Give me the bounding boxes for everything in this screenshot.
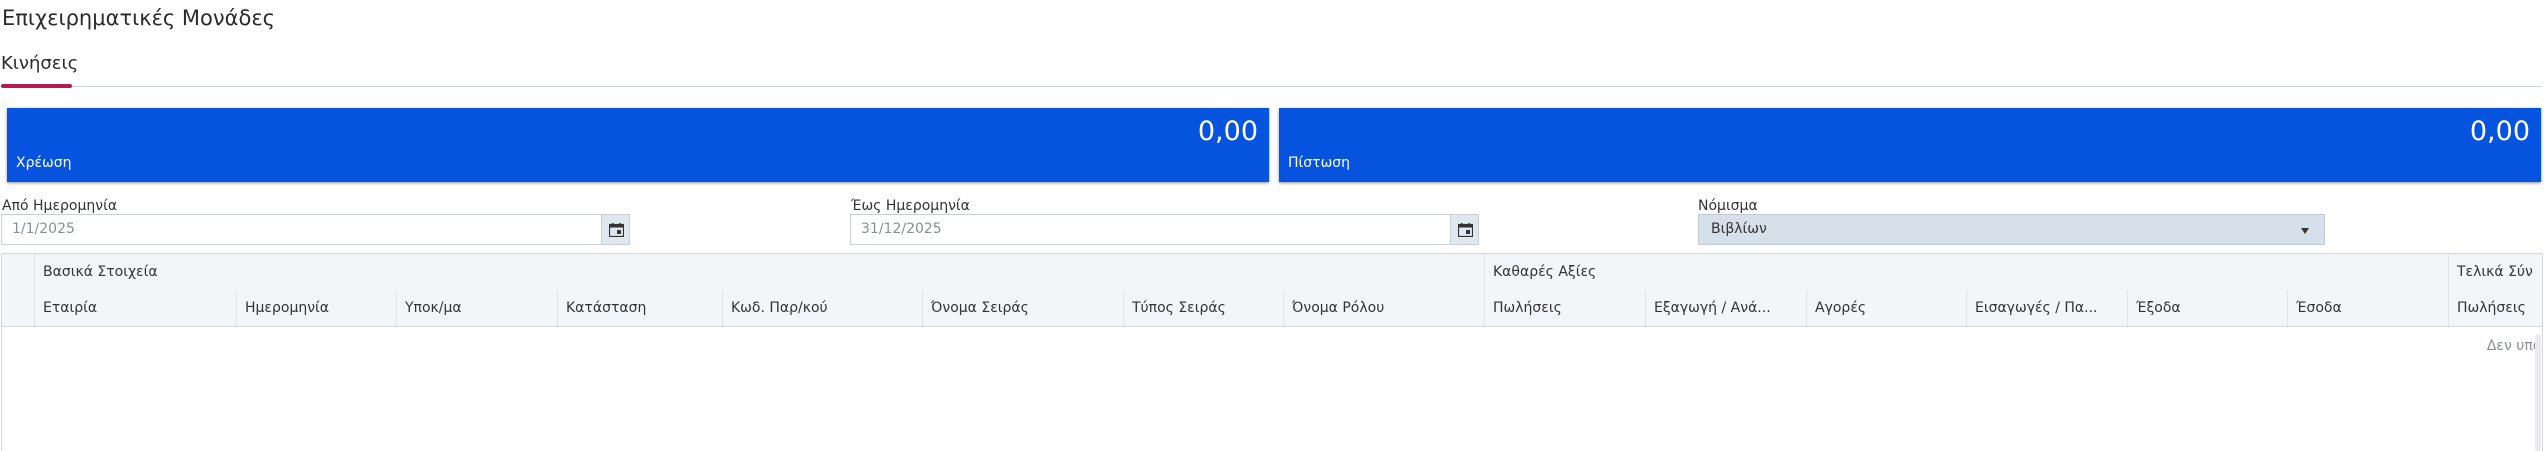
to-date-input[interactable]: 31/12/2025 xyxy=(850,214,1451,245)
column-header[interactable]: Έξοδα xyxy=(2127,290,2287,326)
empty-message: Δεν υπά xyxy=(2486,338,2542,354)
chevron-down-icon xyxy=(2301,228,2309,234)
column-header[interactable]: Τύπος Σειράς xyxy=(1123,290,1283,326)
from-date-input[interactable]: 1/1/2025 xyxy=(1,214,602,245)
debit-amount: 0,00 xyxy=(1197,116,1258,147)
credit-tile: 0,00 Πίστωση xyxy=(1279,108,2541,182)
column-header[interactable]: Πωλήσεις xyxy=(1484,290,1645,326)
column-group-row: Βασικά Στοιχεία Καθαρές Αξίες Τελικά Σύν xyxy=(2,254,2542,291)
credit-amount: 0,00 xyxy=(2469,116,2530,147)
vertical-scrollbar[interactable] xyxy=(2535,334,2541,451)
calendar-icon xyxy=(609,223,624,237)
column-header[interactable]: Ημερομηνία xyxy=(236,290,396,326)
debit-label: Χρέωση xyxy=(16,155,72,171)
row-selector-column xyxy=(2,254,35,326)
column-header[interactable]: Κωδ. Παρ/κού xyxy=(722,290,922,326)
group-header-basic: Βασικά Στοιχεία xyxy=(34,254,1484,290)
column-header[interactable]: Υποκ/μα xyxy=(396,290,557,326)
column-header[interactable]: Όνομα Ρόλου xyxy=(1283,290,1484,326)
active-tab-indicator xyxy=(1,84,72,88)
to-date-label: Έως Ημερομηνία xyxy=(851,198,970,214)
credit-label: Πίστωση xyxy=(1288,155,1351,171)
from-date-label: Από Ημερομηνία xyxy=(2,198,118,214)
column-header[interactable]: Εξαγωγή / Ανά... xyxy=(1645,290,1806,326)
currency-select[interactable]: Βιβλίων xyxy=(1698,214,2325,245)
tabs-divider xyxy=(1,86,2542,87)
currency-label: Νόμισμα xyxy=(1698,198,1758,214)
movements-grid: Βασικά Στοιχεία Καθαρές Αξίες Τελικά Σύν… xyxy=(1,253,2543,451)
column-header[interactable]: Κατάσταση xyxy=(557,290,722,326)
debit-tile: 0,00 Χρέωση xyxy=(7,108,1269,182)
tab-movements[interactable]: Κινήσεις xyxy=(1,53,78,74)
column-header[interactable]: Εισαγωγές / Πα... xyxy=(1966,290,2127,326)
column-header[interactable]: Πωλήσεις xyxy=(2448,290,2538,326)
calendar-icon xyxy=(1458,223,1473,237)
column-header[interactable]: Έσοδα xyxy=(2287,290,2448,326)
column-header[interactable]: Εταιρία xyxy=(34,290,236,326)
group-header-net-values: Καθαρές Αξίες xyxy=(1484,254,2448,290)
from-date-calendar-button[interactable] xyxy=(601,214,630,245)
column-header[interactable]: Αγορές xyxy=(1806,290,1966,326)
column-header[interactable]: Όνομα Σειράς xyxy=(922,290,1123,326)
column-header-row: Εταιρία Ημερομηνία Υποκ/μα Κατάσταση Κωδ… xyxy=(2,290,2542,327)
currency-value: Βιβλίων xyxy=(1711,221,1767,237)
group-header-totals: Τελικά Σύν xyxy=(2448,254,2542,290)
page-title: Επιχειρηματικές Μονάδες xyxy=(2,6,275,30)
to-date-calendar-button[interactable] xyxy=(1450,214,1479,245)
